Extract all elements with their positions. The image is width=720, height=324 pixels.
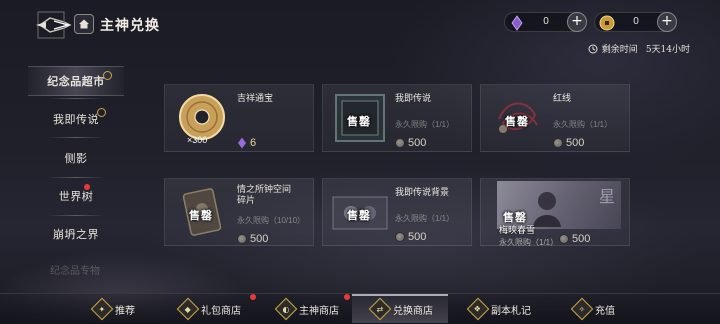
nav-recommend[interactable]: ✦ 推荐 — [90, 297, 135, 321]
purple-crystal-icon — [511, 15, 523, 31]
remaining-time: 剩余时间 5天14小时 — [588, 42, 690, 55]
item-quantity: ×300 — [187, 135, 208, 145]
silver-coin-icon — [395, 232, 405, 242]
exchange-icon: ⇄ — [368, 297, 392, 321]
nav-label: 副本札记 — [491, 305, 531, 317]
nav-label: 兑换商店 — [393, 305, 433, 317]
nav-dungeon-notes[interactable]: ❖ 副本札记 — [466, 297, 531, 321]
purchase-limit: 永久限购（1/1） — [553, 120, 613, 129]
limited-time-icon — [103, 71, 112, 80]
sidebar-item-collapse-realm[interactable]: 崩坍之界 — [28, 219, 124, 249]
purchase-limit: 永久限购（1/1） — [395, 214, 455, 223]
sidebar-item-label: 世界树 — [58, 190, 94, 203]
divider — [48, 98, 104, 99]
item-name-line: 碎片 — [237, 196, 256, 206]
shop-item-space-fragment[interactable]: 售罄 情之所钟空间 碎片 永久限购（10/10） 500 — [164, 178, 314, 246]
purchase-limit: 永久限购（10/10） — [237, 216, 306, 225]
nav-label: 推荐 — [115, 305, 135, 317]
gift-icon: ◆ — [176, 297, 200, 321]
add-purple-crystal-button[interactable]: + — [567, 12, 587, 32]
nav-label: 充值 — [595, 305, 615, 317]
clock-icon — [588, 44, 598, 53]
sidebar-item-label: 侧影 — [64, 152, 88, 165]
nav-gift-shop[interactable]: ◆ 礼包商店 — [176, 297, 241, 321]
item-name: 梅映春雪 — [499, 226, 536, 236]
silver-coin-icon — [237, 234, 247, 244]
notification-dot — [344, 294, 350, 300]
sidebar-item-world-tree[interactable]: 世界树 — [28, 181, 124, 211]
item-name: 吉祥通宝 — [237, 94, 274, 104]
gold-coin-icon — [599, 15, 615, 31]
item-price: 6 — [237, 137, 256, 149]
exchange-shop-screen: 主神兑换 0 + 0 + 剩余时间 5天14小时 纪念品超市 我即传说 侧影 世… — [0, 0, 720, 324]
banner-glyph: 星 — [598, 187, 615, 206]
sidebar-item-souvenir-market[interactable]: 纪念品超市 — [28, 66, 124, 96]
silver-coin-icon — [395, 138, 405, 148]
divider — [48, 215, 104, 216]
home-icon — [79, 19, 89, 29]
purple-crystal-counter: 0 + — [504, 12, 587, 32]
item-name: 红线 — [553, 94, 572, 104]
remaining-time-label: 剩余时间 — [601, 45, 638, 55]
notification-dot — [84, 184, 90, 190]
item-name: 情之所钟空间 碎片 — [237, 185, 291, 207]
sold-out-label: 售罄 — [347, 209, 371, 222]
price-value: 6 — [250, 137, 257, 149]
divider — [48, 177, 104, 178]
gold-coin-counter: 0 + — [594, 12, 677, 32]
home-button[interactable] — [74, 14, 94, 34]
item-price: 500 — [559, 233, 590, 245]
gold-coin-value: 0 — [633, 16, 639, 27]
sidebar-item-label: 纪念品超市 — [47, 75, 105, 88]
sidebar-item-label: 我即传说 — [53, 113, 99, 126]
shop-item-legend-background[interactable]: 售罄 我即传说背景 永久限购（1/1） 500 — [322, 178, 472, 246]
nav-exchange-shop[interactable]: ⇄ 兑换商店 — [368, 297, 433, 321]
sidebar-item-i-am-legend[interactable]: 我即传说 — [28, 104, 124, 134]
price-value: 500 — [408, 137, 427, 149]
nav-main-god-shop[interactable]: ◐ 主神商店 — [274, 297, 339, 321]
shop-item-i-am-legend[interactable]: 售罄 我即传说 永久限购（1/1） 500 — [322, 84, 472, 152]
page-title: 主神兑换 — [100, 18, 160, 34]
price-value: 500 — [566, 137, 585, 149]
add-gold-coin-button[interactable]: + — [657, 12, 677, 32]
purchase-limit: 永久限购（1/1） — [395, 120, 455, 129]
recommend-icon: ✦ — [90, 297, 114, 321]
notes-icon: ❖ — [466, 297, 490, 321]
character-portrait-icon — [533, 192, 561, 227]
price-value: 500 — [408, 231, 427, 243]
price-value: 500 — [572, 233, 591, 245]
sidebar-item-faded[interactable]: 纪念品专物 — [30, 262, 120, 277]
sold-out-label: 售罄 — [189, 209, 213, 222]
price-value: 500 — [250, 233, 269, 245]
sold-out-label: 售罄 — [347, 115, 371, 128]
remaining-time-value: 5天14小时 — [645, 45, 690, 55]
item-price: 500 — [553, 137, 584, 149]
item-price: 500 — [237, 233, 268, 245]
purchase-limit: 永久限购（1/1） — [499, 238, 559, 247]
main-god-icon: ◐ — [274, 297, 298, 321]
winged-emblem-icon[interactable] — [34, 6, 72, 44]
nav-recharge[interactable]: ✧ 充值 — [570, 297, 615, 321]
notification-dot — [250, 294, 256, 300]
sidebar-item-silhouette[interactable]: 侧影 — [28, 143, 124, 173]
divider — [48, 137, 104, 138]
silver-coin-icon — [553, 138, 563, 148]
shop-item-red-thread[interactable]: 售罄 红线 永久限购（1/1） 500 — [480, 84, 630, 152]
silver-coin-icon — [559, 234, 569, 244]
shop-item-plum-spring-snow[interactable]: 星 售罄 梅映春雪 永久限购（1/1） 500 — [480, 178, 630, 247]
nav-label: 主神商店 — [299, 305, 339, 317]
limited-time-icon — [97, 108, 106, 117]
nav-label: 礼包商店 — [201, 305, 241, 317]
shop-item-lucky-coin[interactable]: ×300 吉祥通宝 6 — [164, 84, 314, 152]
item-price: 500 — [395, 231, 426, 243]
sidebar-item-label: 崩坍之界 — [53, 228, 99, 241]
purple-crystal-value: 0 — [543, 16, 549, 27]
recharge-icon: ✧ — [570, 297, 594, 321]
item-name: 我即传说 — [395, 94, 432, 104]
item-price: 500 — [395, 137, 426, 149]
item-name-line: 情之所钟空间 — [237, 185, 292, 195]
sold-out-label: 售罄 — [505, 115, 529, 128]
item-name: 我即传说背景 — [395, 188, 450, 198]
purple-crystal-icon — [238, 137, 246, 149]
